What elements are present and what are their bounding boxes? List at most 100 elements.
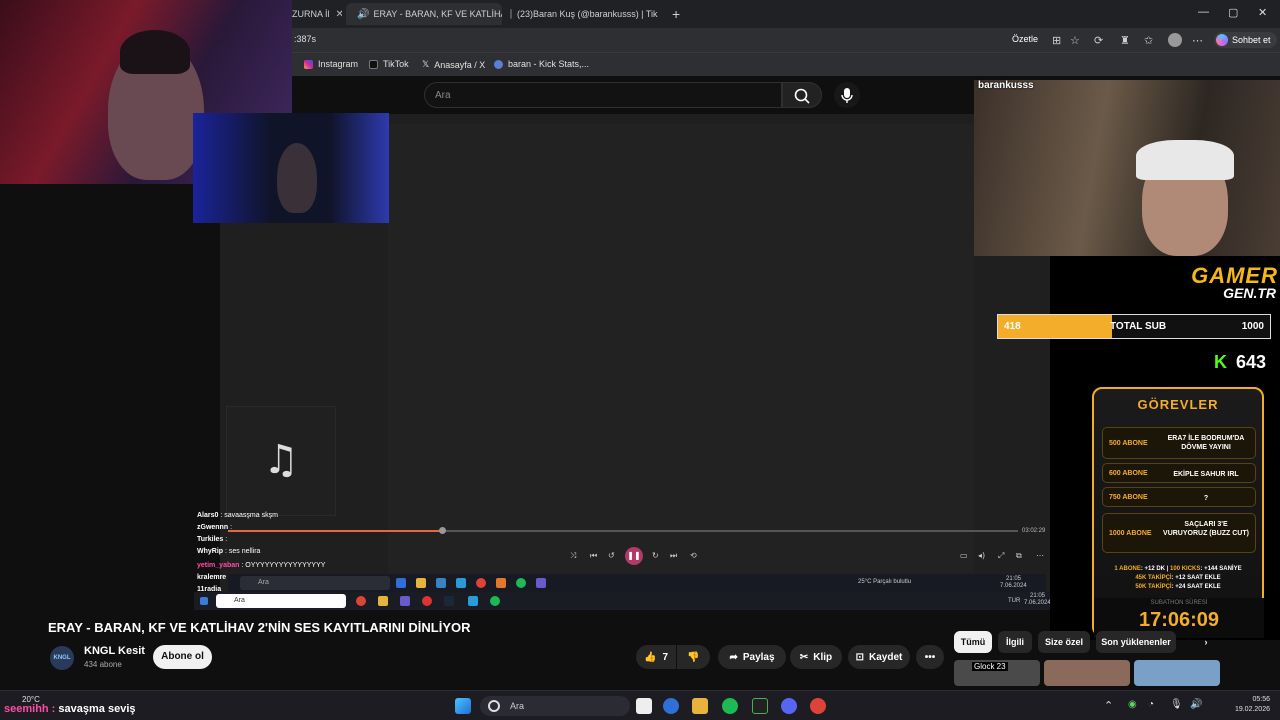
music-artwork: ♫ (226, 406, 336, 516)
mail-icon (456, 578, 466, 588)
voice-search-button[interactable] (834, 82, 860, 108)
forward-icon[interactable]: ↻ (652, 551, 659, 560)
fullscreen-icon[interactable]: ⤢ (998, 551, 1004, 561)
like-button[interactable]: 👍 7 (636, 645, 676, 669)
bookmarks-bar: Instagram TikTok 𝕏 Anasayfa / X baran - K… (292, 52, 1280, 76)
start-windows-icon[interactable] (455, 698, 471, 714)
address-bar: :387s Özetle ⊞ ☆ ⟳ ♜ ✩ ⋯ Sohbet et (292, 28, 1280, 52)
media-time: 03:02:29 (1022, 528, 1046, 534)
goal-item: 750 ABONE ? (1102, 487, 1256, 507)
url-field[interactable]: :387s (294, 34, 316, 44)
volume-icon[interactable]: 🔊 (1190, 699, 1202, 710)
discord-icon[interactable] (781, 698, 797, 714)
chevron-up-icon[interactable]: ⌃ (1104, 699, 1113, 712)
next-icon[interactable]: ⏭ (670, 551, 677, 561)
task-view-icon[interactable] (636, 698, 652, 714)
music-note-icon: ♫ (263, 437, 299, 483)
taskbar-time[interactable]: 05:56 (1238, 696, 1270, 703)
sponsor-logo: GAMER (1191, 263, 1278, 288)
volume-icon[interactable]: ◂) (978, 551, 985, 560)
sub-goal-bar: 418 TOTAL SUB 1000 (997, 314, 1271, 339)
share-button[interactable]: ➦ Paylaş (718, 645, 786, 669)
browser-tab[interactable]: ZURNA İl ✕ (292, 3, 342, 25)
spotify-icon[interactable] (722, 698, 738, 714)
tiktok-icon (369, 59, 378, 69)
summarize-button[interactable]: Özetle (1012, 34, 1038, 44)
chrome-icon (356, 596, 366, 606)
chrome-icon[interactable] (810, 698, 826, 714)
discord-icon (536, 578, 546, 588)
taskbar-date[interactable]: 19.02.2026 (1220, 706, 1270, 713)
chat-message: Turkiles : (197, 536, 228, 543)
more-menu-icon[interactable]: ⋯ (1192, 34, 1203, 47)
copilot-icon (1216, 34, 1228, 46)
filter-chip-recent[interactable]: Son yüklenenler (1096, 631, 1176, 653)
profile-avatar[interactable] (1168, 33, 1182, 47)
subscribe-button[interactable]: Abone ol (153, 645, 212, 669)
app-icon[interactable] (752, 698, 768, 714)
minimize-button[interactable]: — (1198, 6, 1209, 18)
folder-icon (416, 578, 426, 588)
player-more-icon[interactable]: ⋯ (1036, 551, 1044, 560)
related-video-thumbnail[interactable]: Glock 23 (954, 660, 1040, 686)
share-icon: ➦ (729, 651, 738, 663)
video-content-taskbar-2: Ara TUR 21:05 7.06.2024 (194, 592, 1074, 610)
thumbs-down-icon: 👎 (687, 651, 700, 663)
browser-tab-bar: ZURNA İl ✕ 🔊 ERAY - BARAN, KF VE KATLİHA… (292, 0, 1280, 28)
chevron-right-icon[interactable]: › (1196, 631, 1216, 653)
rewind-icon[interactable]: ↺ (608, 551, 615, 560)
channel-avatar[interactable]: KNGL (50, 646, 74, 670)
browser-tab[interactable]: (23)Baran Kuş (@barankusss) | Tik ✕ (510, 3, 660, 25)
file-explorer-icon[interactable] (692, 698, 708, 714)
kick-icon: K (1214, 352, 1227, 372)
subathon-rates: 1 ABONE: +12 DK | 100 KICKS: +144 SANİYE… (1114, 566, 1242, 590)
speaker-icon[interactable]: 🔊 (357, 9, 369, 20)
new-tab-button[interactable]: + (672, 3, 680, 25)
maximize-button[interactable]: ▢ (1228, 6, 1238, 19)
search-icon (794, 88, 810, 104)
save-button[interactable]: ⊡ Kaydet (848, 645, 910, 669)
bookmark-x[interactable]: 𝕏 Anasayfa / X (422, 59, 485, 70)
clock-text: 21:05 (1030, 593, 1046, 599)
instagram-icon (304, 59, 313, 69)
microphone-icon[interactable]: 🎙 (1170, 699, 1183, 710)
extensions-icon[interactable]: ⟳ (1094, 34, 1103, 47)
browser-tab-active[interactable]: 🔊 ERAY - BARAN, KF VE KATLİHA ✕ (346, 3, 502, 25)
search-button[interactable] (782, 82, 822, 108)
clip-button[interactable]: ✂ Klip (790, 645, 842, 669)
timer-value: 17:06:09 (1138, 609, 1220, 631)
related-video-thumbnail[interactable] (1134, 660, 1220, 686)
split-view-icon[interactable]: ⊞ (1052, 34, 1061, 47)
pause-button[interactable]: ❚❚ (625, 547, 643, 565)
bookmark-kick-stats[interactable]: baran - Kick Stats,... (494, 59, 589, 69)
repeat-icon[interactable]: ⟲ (690, 551, 697, 560)
shuffle-icon[interactable]: ⤨ (570, 551, 576, 561)
edge-icon[interactable] (663, 698, 679, 714)
network-icon[interactable]: ◔ (1148, 699, 1154, 710)
filter-chip-related[interactable]: İlgili (998, 631, 1032, 653)
popout-icon[interactable]: ⧉ (1016, 551, 1022, 561)
search-input[interactable]: Ara (424, 82, 782, 108)
filter-chip-all[interactable]: Tümü (954, 631, 992, 653)
miniplayer-icon[interactable]: ▭ (960, 551, 968, 560)
goal-item: 600 ABONE EKİPLE SAHUR IRL (1102, 463, 1256, 483)
more-actions-button[interactable]: ••• (916, 645, 944, 669)
close-tab-icon[interactable]: ✕ (336, 9, 342, 20)
favorite-star-icon[interactable]: ☆ (1070, 34, 1080, 47)
extension-icon[interactable]: ♜ (1120, 34, 1130, 47)
previous-icon[interactable]: ⏮ (590, 551, 597, 561)
copilot-chat-button[interactable]: Sohbet et (1214, 32, 1277, 48)
bookmark-tiktok[interactable]: TikTok (369, 59, 409, 69)
related-video-thumbnail[interactable] (1044, 660, 1130, 686)
taskbar-search[interactable]: Ara (480, 696, 630, 716)
kick-stats-icon (494, 59, 503, 69)
dislike-button[interactable]: 👎 (677, 645, 710, 669)
close-window-button[interactable]: ✕ (1258, 6, 1267, 19)
favorites-icon[interactable]: ✩ (1144, 34, 1153, 47)
bookmark-instagram[interactable]: Instagram (304, 59, 358, 69)
channel-name[interactable]: KNGL Kesit (84, 645, 145, 657)
security-icon[interactable]: ◉ (1128, 699, 1137, 710)
filter-chip-for-you[interactable]: Size özel (1038, 631, 1090, 653)
language-text: TUR (1008, 598, 1021, 604)
media-progress-handle[interactable] (439, 527, 446, 534)
